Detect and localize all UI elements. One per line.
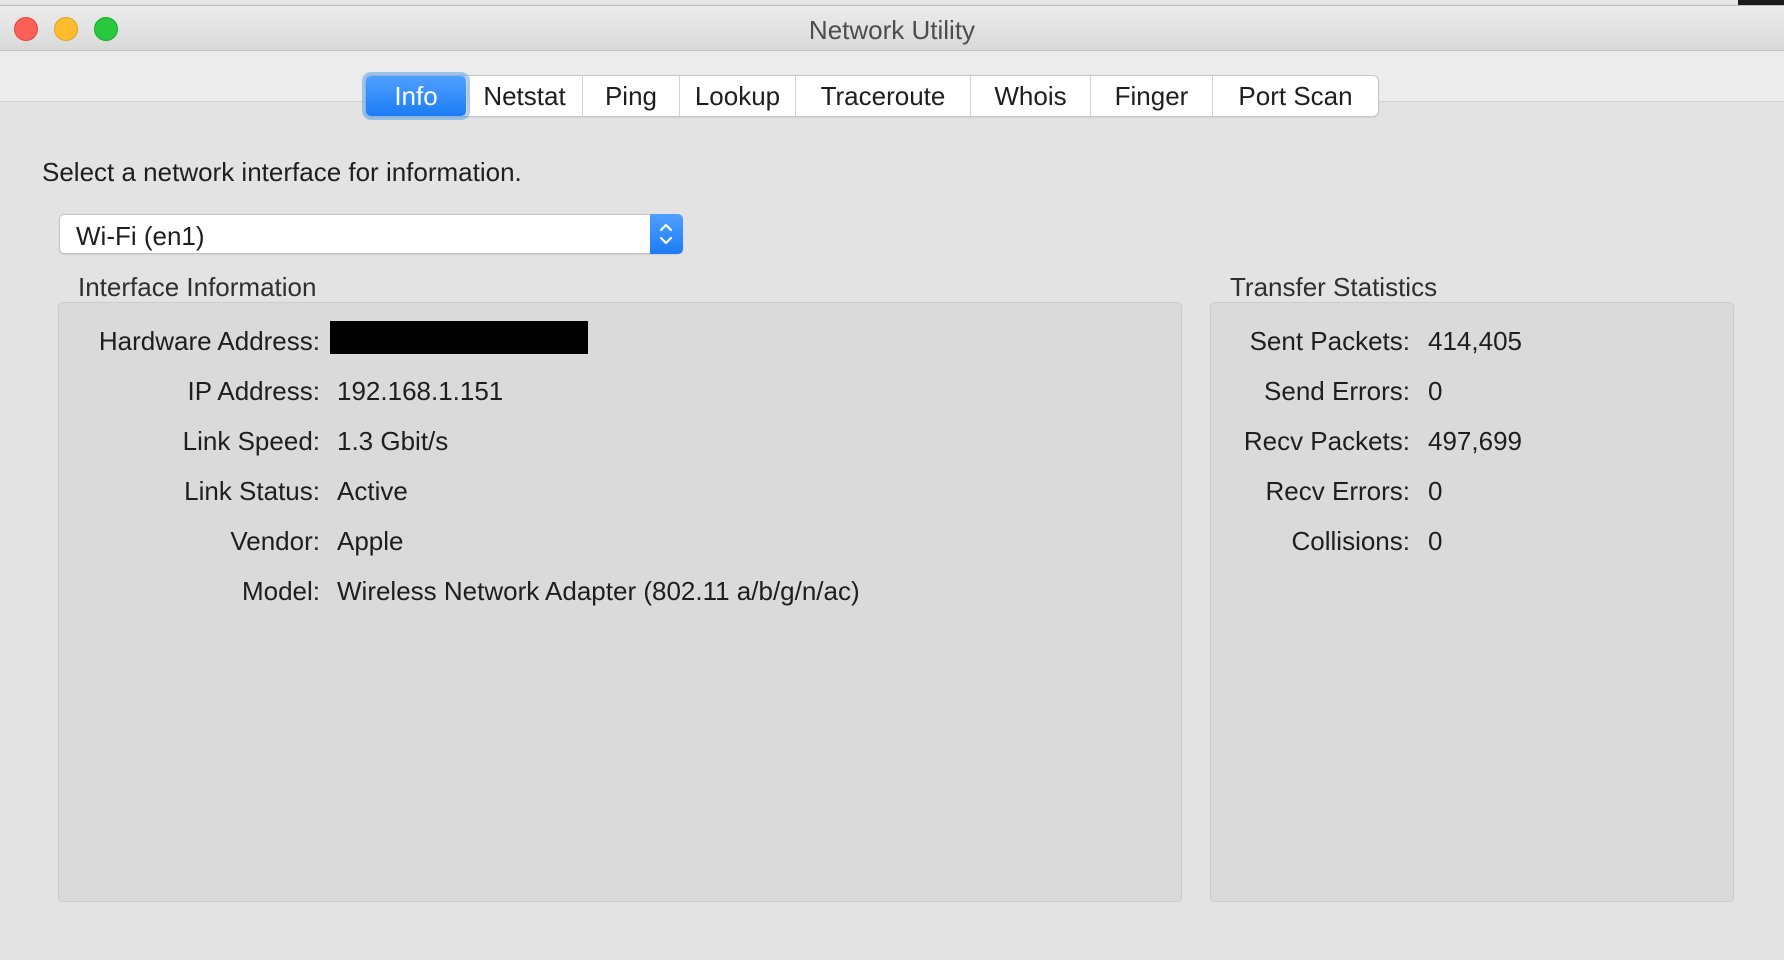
interface-row-label-wrap: IP Address:: [0, 376, 321, 410]
stats-row-value-wrap: 0: [1428, 376, 1708, 410]
interface-select-value: Wi-Fi (en1): [76, 221, 205, 251]
sent-packets-value: 414,405: [1428, 326, 1522, 356]
model-value: Wireless Network Adapter (802.11 a/b/g/n…: [337, 576, 860, 606]
interface-row-label-wrap: Link Status:: [0, 476, 320, 510]
send-errors-label: Send Errors:: [1264, 376, 1410, 406]
interface-row-value-wrap: 192.168.1.151: [337, 376, 937, 410]
send-errors-value: 0: [1428, 376, 1443, 406]
recv-packets-label: Recv Packets:: [1243, 426, 1410, 456]
interface-row-value-wrap: 1.3 Gbit/s: [337, 426, 937, 460]
vendor-label: Vendor:: [230, 526, 320, 556]
ip-address-value: 192.168.1.151: [337, 376, 504, 406]
interface-information-title: Interface Information: [78, 272, 317, 302]
interface-row-label-wrap: Model:: [0, 576, 320, 610]
vendor-value: Apple: [337, 526, 404, 556]
tab-netstat[interactable]: Netstat: [466, 76, 582, 116]
stats-row-value-wrap: 0: [1428, 476, 1708, 510]
hardware-address-label: Hardware Address:: [98, 326, 320, 356]
title-bar[interactable]: Network Utility: [0, 6, 1784, 51]
stats-row-value-wrap: 497,699: [1428, 426, 1708, 460]
tab-info[interactable]: Info: [366, 76, 466, 116]
stats-row-label-wrap: Sent Packets:: [1212, 326, 1410, 360]
tab-traceroute[interactable]: Traceroute: [795, 76, 970, 116]
transfer-statistics-title: Transfer Statistics: [1230, 272, 1438, 302]
sent-packets-label: Sent Packets:: [1249, 326, 1410, 356]
link-status-value: Active: [337, 476, 408, 506]
model-label: Model:: [241, 576, 320, 606]
interface-row-value-wrap: Active: [337, 476, 937, 510]
interface-row-label-wrap: Vendor:: [0, 526, 320, 560]
stats-row-label-wrap: Recv Errors:: [1212, 476, 1410, 510]
stats-row-value-wrap: 0: [1428, 526, 1708, 560]
tab-ping[interactable]: Ping: [582, 76, 679, 116]
interface-select[interactable]: Wi-Fi (en1): [59, 214, 683, 254]
interface-row-value-wrap: Apple: [337, 526, 937, 560]
stats-row-label-wrap: Collisions:: [1212, 526, 1411, 560]
link-speed-value: 1.3 Gbit/s: [337, 426, 449, 456]
interface-row-label-wrap: Hardware Address:: [0, 326, 320, 360]
recv-errors-label: Recv Errors:: [1265, 476, 1410, 506]
link-status-label: Link Status:: [184, 476, 320, 506]
tab-lookup[interactable]: Lookup: [679, 76, 795, 116]
hardware-address-redacted: [330, 321, 588, 354]
link-speed-label: Link Speed:: [182, 426, 320, 456]
interface-row-label-wrap: Link Speed:: [0, 426, 320, 460]
window-title: Network Utility: [808, 15, 976, 45]
recv-packets-value: 497,699: [1428, 426, 1522, 456]
stats-row-label-wrap: Send Errors:: [1212, 376, 1410, 410]
tab-port-scan[interactable]: Port Scan: [1212, 76, 1378, 116]
tab-finger[interactable]: Finger: [1090, 76, 1212, 116]
collisions-value: 0: [1428, 526, 1443, 556]
ip-address-label: IP Address:: [187, 376, 321, 406]
collisions-label: Collisions:: [1291, 526, 1411, 556]
chevron-up-down-icon[interactable]: [650, 214, 683, 254]
stats-row-label-wrap: Recv Packets:: [1212, 426, 1410, 460]
recv-errors-value: 0: [1428, 476, 1443, 506]
interface-prompt: Select a network interface for informati…: [42, 157, 522, 187]
tab-whois[interactable]: Whois: [970, 76, 1090, 116]
interface-row-value-wrap: Wireless Network Adapter (802.11 a/b/g/n…: [337, 576, 1157, 610]
tab-bar: Info Netstat Ping Lookup Traceroute Whoi…: [365, 75, 1379, 117]
stats-row-value-wrap: 414,405: [1428, 326, 1708, 360]
